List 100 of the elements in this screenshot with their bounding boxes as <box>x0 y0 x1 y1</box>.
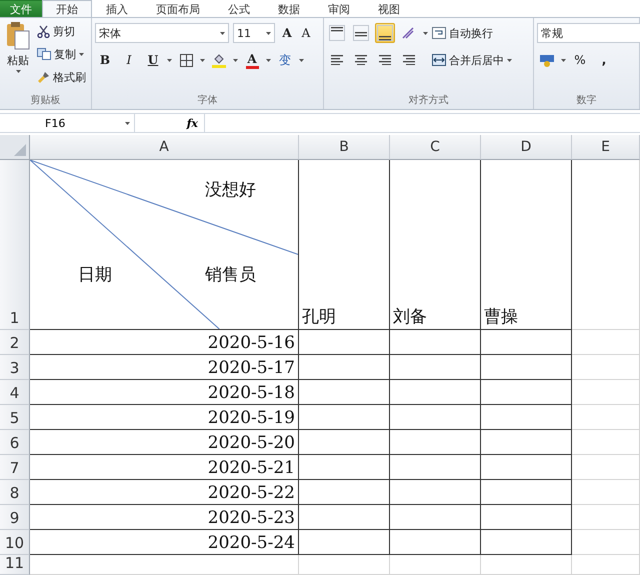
group-label: 字体 <box>196 94 218 108</box>
column-header[interactable]: C <box>390 135 481 160</box>
column-header[interactable]: D <box>481 135 572 160</box>
table-cell: 2020-5-18 <box>30 380 299 405</box>
ribbon-tab[interactable]: 数据 <box>264 0 314 17</box>
group-label: 剪贴板 <box>30 94 62 108</box>
column-header[interactable]: B <box>299 135 390 160</box>
table-cell: 2020-5-19 <box>30 405 299 430</box>
header-label: 销售员 <box>205 264 256 286</box>
vertical-align-button[interactable] <box>327 23 347 43</box>
align-middle-icon <box>353 25 369 41</box>
table-cell <box>572 330 640 355</box>
table-cell: 2020-5-17 <box>30 355 299 380</box>
comma-button[interactable]: , <box>594 50 614 70</box>
copy-icon <box>37 48 51 60</box>
group-label: 对齐方式 <box>408 94 450 108</box>
scissors-icon <box>37 24 50 38</box>
caret-icon <box>79 52 84 56</box>
table-cell <box>572 380 640 405</box>
table-cell: 刘备 <box>390 160 481 330</box>
slanted-text-icon <box>402 27 416 39</box>
ribbon-tab[interactable]: 视图 <box>364 0 414 17</box>
row-header[interactable]: 7 <box>0 455 30 480</box>
ribbon-tab[interactable]: 插入 <box>92 0 142 17</box>
table-cell: 2020-5-24 <box>30 530 299 555</box>
table-cell <box>572 505 640 530</box>
table-cell: 2020-5-20 <box>30 430 299 455</box>
caret-icon <box>16 70 20 73</box>
name-box[interactable]: F16 <box>0 114 135 132</box>
align-top-icon <box>329 25 345 41</box>
header-label: 日期 <box>78 264 112 286</box>
caret-icon <box>423 32 428 34</box>
column-header[interactable]: A <box>30 135 299 160</box>
grow-font-button[interactable]: A <box>279 23 295 43</box>
caret-icon <box>507 58 512 62</box>
underline-button[interactable]: U <box>143 50 163 70</box>
table-cell <box>572 355 640 380</box>
row-header[interactable]: 5 <box>0 405 30 430</box>
table-cell <box>572 455 640 480</box>
caret-icon <box>266 58 271 62</box>
caret-icon <box>266 32 271 34</box>
phonetic-button[interactable]: 变 <box>275 50 295 70</box>
caret-icon <box>299 58 304 62</box>
table-cell <box>572 555 640 575</box>
align-right-icon <box>379 54 391 66</box>
ribbon-tab[interactable]: 公式 <box>214 0 264 17</box>
bold-button[interactable]: B <box>95 50 115 70</box>
row-header[interactable]: 6 <box>0 430 30 455</box>
align-left-icon <box>331 54 343 66</box>
font-color-button[interactable]: A <box>242 50 262 70</box>
caret-icon <box>167 58 172 62</box>
format-painter-button[interactable]: 格式刷 <box>37 67 86 87</box>
vertical-align-button[interactable] <box>351 23 371 43</box>
font-name-field[interactable]: 宋体 <box>95 23 229 43</box>
merge-center-button[interactable]: 合并后居中 <box>432 48 512 72</box>
table-cell: 2020-5-21 <box>30 455 299 480</box>
copy-button[interactable]: 复制 <box>37 44 86 64</box>
column-header[interactable]: E <box>572 135 640 160</box>
row-header[interactable]: 3 <box>0 355 30 380</box>
font-size-field[interactable]: 11 <box>233 23 275 43</box>
italic-button[interactable]: I <box>119 50 139 70</box>
vertical-align-button[interactable] <box>375 23 395 43</box>
file-menu-tab[interactable]: 文件 <box>0 0 42 17</box>
table-cell: 2020-5-22 <box>30 480 299 505</box>
clipboard-icon <box>6 21 30 51</box>
paste-button[interactable]: 粘贴 <box>3 21 33 91</box>
caret-icon <box>125 122 130 124</box>
row-header[interactable]: 4 <box>0 380 30 405</box>
row-header[interactable]: 10 <box>0 530 30 555</box>
brush-icon <box>37 70 50 84</box>
table-cell <box>572 530 640 555</box>
row-header[interactable]: 11 <box>0 555 30 575</box>
header-label: 没想好 <box>205 179 256 201</box>
row-header[interactable]: 8 <box>0 480 30 505</box>
caret-icon <box>220 32 225 34</box>
table-cell: 曹操 <box>481 160 572 330</box>
number-format-field[interactable]: 常规 <box>537 23 640 43</box>
ribbon-tab[interactable]: 开始 <box>42 0 92 17</box>
wrap-text-button[interactable]: 自动换行 <box>432 21 512 45</box>
table-cell: 2020-5-23 <box>30 505 299 530</box>
border-grid-icon <box>180 54 192 66</box>
shrink-font-button[interactable]: A <box>299 23 313 43</box>
row-header[interactable]: 2 <box>0 330 30 355</box>
color-bar-icon <box>246 66 258 68</box>
wrap-text-icon <box>432 27 446 39</box>
insert-function-button[interactable]: fx <box>135 114 205 132</box>
ribbon-tab[interactable]: 页面布局 <box>142 0 214 17</box>
row-header[interactable]: 9 <box>0 505 30 530</box>
caret-icon <box>561 58 566 62</box>
align-bottom-icon <box>377 25 393 41</box>
align-center-icon <box>355 54 367 66</box>
table-cell <box>572 480 640 505</box>
row-header[interactable]: 1 <box>0 160 30 330</box>
caret-icon <box>200 58 205 62</box>
percent-button[interactable]: % <box>570 50 590 70</box>
table-cell: 2020-5-16 <box>30 330 299 355</box>
cut-button[interactable]: 剪切 <box>37 21 86 41</box>
paint-bucket-icon <box>212 52 226 68</box>
ribbon-tab[interactable]: 审阅 <box>314 0 364 17</box>
triangle-icon <box>14 144 26 156</box>
